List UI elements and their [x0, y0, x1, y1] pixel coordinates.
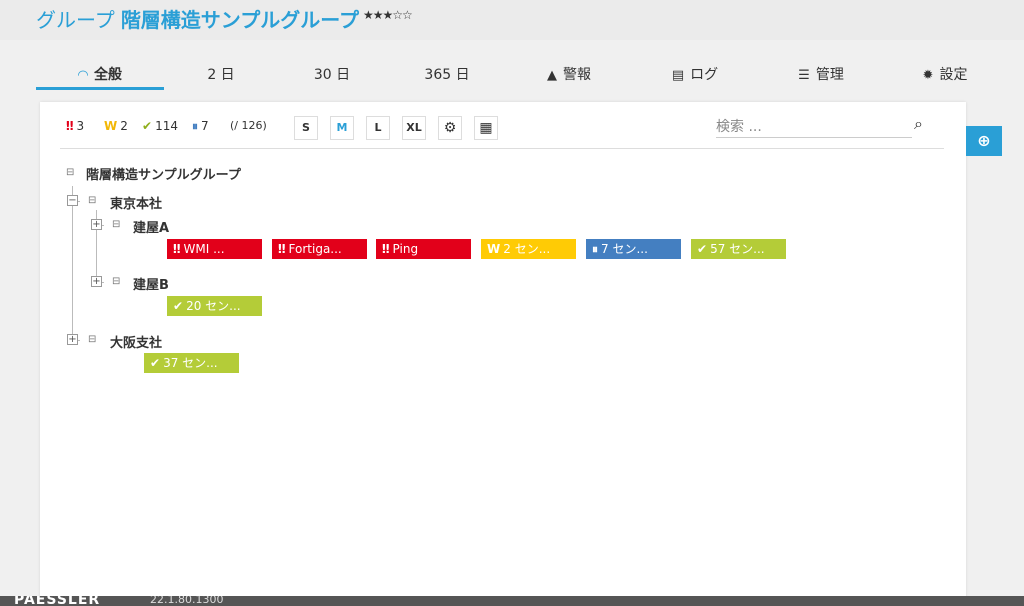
sensor-up-summary[interactable]: ✔ 37 セン... [144, 353, 239, 373]
log-icon: ▤ [671, 68, 685, 83]
alert-icon: ▲ [547, 68, 557, 83]
tab-label: 365 日 [424, 67, 470, 83]
size-s-button[interactable]: S [294, 116, 318, 140]
footer-bar: PAESSLER 22.1.80.1300 [0, 596, 1024, 606]
group-name: 階層構造サンプルグループ [120, 8, 360, 32]
tab-bar: ◠ 全般 2 日 30 日 365 日 ▲ 警報 ▤ ログ ☰ 管理 ✹ 設定 [36, 62, 998, 90]
sliders-icon: ☰ [798, 68, 810, 83]
tree-group-building-b[interactable]: 建屋B [133, 274, 169, 293]
tab-label: 全般 [94, 67, 122, 83]
pause-icon: ⏸ [592, 242, 599, 256]
tab-30-days[interactable]: 30 日 [300, 62, 364, 90]
sensor-ping[interactable]: ‼ Ping [376, 239, 471, 259]
expand-toggle[interactable]: + [67, 334, 78, 345]
sensor-warning-summary[interactable]: W2 セン... [481, 239, 576, 259]
gear-icon: ✹ [922, 68, 934, 83]
tab-settings[interactable]: ✹ 設定 [912, 62, 978, 90]
size-xl-button[interactable]: XL [402, 116, 426, 140]
warning-icon: W [104, 119, 118, 133]
tab-365-days[interactable]: 365 日 [412, 62, 482, 90]
sensor-wmi[interactable]: ‼ WMI ... [167, 239, 262, 259]
warning-icon: W [487, 242, 501, 256]
expand-toggle[interactable]: + [91, 219, 102, 230]
group-icon: ⊟ [66, 167, 75, 178]
tree-group-tokyo[interactable]: 東京本社 [110, 193, 162, 212]
tab-label: 30 日 [313, 67, 351, 83]
stat-paused[interactable]: ⏸ 7 [192, 119, 209, 134]
settings-gear-icon[interactable]: ⚙ [438, 116, 462, 140]
stat-down[interactable]: ‼ 3 [66, 119, 84, 133]
tree-group-building-a[interactable]: 建屋A [133, 217, 169, 236]
gauge-icon: ◠ [78, 68, 88, 83]
down-icon: ‼ [382, 242, 390, 256]
sensor-paused-summary[interactable]: ⏸ 7 セン... [586, 239, 681, 259]
check-icon: ✔ [150, 356, 161, 370]
priority-stars[interactable]: ★★★☆☆ [363, 8, 413, 22]
add-button[interactable]: ⊕ [966, 126, 1002, 156]
tab-label: 管理 [815, 67, 844, 83]
group-icon: ⊟ [112, 276, 121, 287]
collapse-toggle[interactable]: − [67, 195, 78, 206]
down-icon: ‼ [66, 119, 74, 133]
toolbar: ‼3 W2 ✔114 ⏸7 (/ 126) S M L XL ⚙ ▦ ⌕ [60, 114, 944, 142]
tab-log[interactable]: ▤ ログ [662, 62, 728, 90]
page-title: グループ 階層構造サンプルグループ ★★★☆☆ [36, 4, 413, 33]
tree-root-group[interactable]: 階層構造サンプルグループ [86, 164, 241, 183]
sensor-fortigate[interactable]: ‼ Fortiga... [272, 239, 367, 259]
pause-icon: ⏸ [192, 119, 199, 133]
tab-overview[interactable]: ◠ 全般 [36, 62, 164, 90]
tab-label: 2 日 [207, 67, 235, 83]
stat-up[interactable]: ✔ 114 [142, 119, 178, 133]
tab-label: 設定 [939, 67, 968, 83]
tree-group-osaka[interactable]: 大阪支社 [110, 332, 162, 351]
tab-alarms[interactable]: ▲ 警報 [536, 62, 602, 90]
size-l-button[interactable]: L [366, 116, 390, 140]
tree-line [72, 186, 73, 338]
tab-label: ログ [690, 67, 719, 83]
plus-circle-icon: ⊕ [977, 131, 991, 150]
stat-total: (/ 126) [230, 119, 267, 132]
main-panel: ‼3 W2 ✔114 ⏸7 (/ 126) S M L XL ⚙ ▦ ⌕ ⊟ 階… [40, 102, 966, 606]
tab-2-days[interactable]: 2 日 [191, 62, 251, 90]
size-m-button[interactable]: M [330, 116, 354, 140]
group-icon: ⊟ [88, 195, 97, 206]
footer-version: 22.1.80.1300 [150, 596, 224, 606]
group-icon: ⊟ [88, 334, 97, 345]
check-icon: ✔ [173, 299, 184, 313]
check-icon: ✔ [697, 242, 708, 256]
tab-management[interactable]: ☰ 管理 [788, 62, 854, 90]
sensor-up-summary[interactable]: ✔ 57 セン... [691, 239, 786, 259]
grid-view-icon[interactable]: ▦ [474, 116, 498, 140]
title-bar: グループ 階層構造サンプルグループ ★★★☆☆ [0, 0, 1024, 40]
sensor-up-summary[interactable]: ✔ 20 セン... [167, 296, 262, 316]
tab-label: 警報 [563, 67, 591, 83]
expand-toggle[interactable]: + [91, 276, 102, 287]
down-icon: ‼ [278, 242, 286, 256]
title-prefix: グループ [36, 8, 115, 32]
search-icon[interactable]: ⌕ [914, 114, 923, 134]
group-icon: ⊟ [112, 219, 121, 230]
toolbar-divider [60, 148, 944, 149]
check-icon: ✔ [142, 119, 153, 133]
search-input[interactable] [716, 116, 912, 138]
paessler-logo: PAESSLER [14, 596, 101, 606]
stat-warning[interactable]: W2 [104, 119, 128, 133]
down-icon: ‼ [173, 242, 181, 256]
